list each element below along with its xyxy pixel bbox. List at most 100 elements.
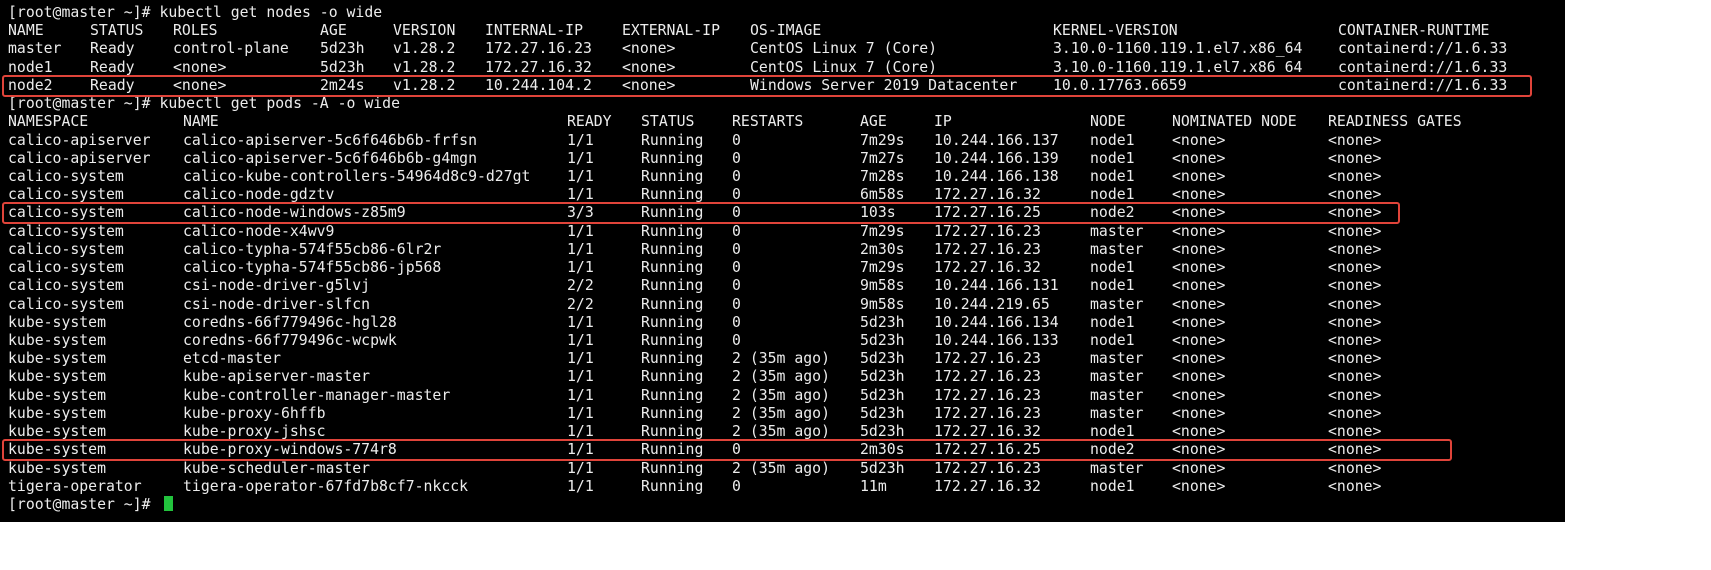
table-cell: v1.28.2 — [393, 58, 456, 76]
table-cell: master — [1090, 386, 1144, 404]
table-cell: 0 — [732, 313, 741, 331]
table-cell: 1/1 — [567, 386, 594, 404]
pod-row: tigera-operator tigera-operator-67fd7b8cf… — [0, 478, 1565, 496]
table-cell: calico-apiserver — [8, 149, 151, 167]
table-cell: kube-system — [8, 459, 106, 477]
table-cell: 0 — [732, 167, 741, 185]
table-cell: 1/1 — [567, 313, 594, 331]
table-cell: <none> — [622, 58, 676, 76]
column-header: VERSION — [393, 22, 456, 40]
column-header: INTERNAL-IP — [485, 22, 583, 40]
table-cell: <none> — [1328, 167, 1382, 185]
table-cell: coredns-66f779496c-wcpwk — [183, 331, 397, 349]
column-header: OS-IMAGE — [750, 22, 822, 40]
table-cell: Running — [641, 386, 704, 404]
table-cell: 7m28s — [860, 167, 905, 185]
table-cell: Running — [641, 240, 704, 258]
table-cell: 2 (35m ago) — [732, 350, 830, 368]
pod-row: calico-apiserver calico-apiserver-5c6f646… — [0, 132, 1565, 150]
table-cell: <none> — [1172, 350, 1226, 368]
column-header: READINESS GATES — [1328, 113, 1462, 131]
table-cell: 172.27.16.23 — [934, 350, 1041, 368]
table-cell: calico-apiserver-5c6f646b6b-g4mgn — [183, 149, 477, 167]
table-cell: 5d23h — [860, 350, 905, 368]
table-cell: <none> — [1328, 149, 1382, 167]
table-cell: 9m58s — [860, 277, 905, 295]
pod-row: calico-system calico-typha-574f55cb86-6lr… — [0, 241, 1565, 259]
table-cell: node1 — [1090, 131, 1135, 149]
table-cell: 0 — [732, 131, 741, 149]
command-line-get-nodes: [root@master ~]# kubectl get nodes -o wi… — [0, 4, 1565, 22]
pod-row: kube-system etcd-master 1/1 Running 2 (35m a… — [0, 350, 1565, 368]
table-cell: 1/1 — [567, 149, 594, 167]
table-cell: node1 — [1090, 331, 1135, 349]
table-cell: Running — [641, 277, 704, 295]
table-cell: master — [1090, 404, 1144, 422]
table-cell: calico-system — [8, 277, 124, 295]
table-cell: containerd://1.6.33 — [1338, 58, 1508, 76]
node-row: master Ready control-plane 5d23h v1.28.2 172.… — [0, 40, 1565, 58]
table-cell: 5d23h — [860, 368, 905, 386]
column-header: EXTERNAL-IP — [622, 22, 720, 40]
table-cell: calico-system — [8, 295, 124, 313]
table-cell: 2 (35m ago) — [732, 386, 830, 404]
table-cell: 11m — [860, 477, 887, 495]
table-cell: 0 — [732, 222, 741, 240]
column-header: NOMINATED NODE — [1172, 113, 1297, 131]
table-cell: 7m29s — [860, 222, 905, 240]
table-cell: 1/1 — [567, 350, 594, 368]
table-cell: Running — [641, 222, 704, 240]
table-cell: Running — [641, 459, 704, 477]
table-cell: 0 — [732, 331, 741, 349]
table-cell: <none> — [1172, 295, 1226, 313]
table-cell: kube-scheduler-master — [183, 459, 371, 477]
pod-row: calico-system calico-kube-controllers-549… — [0, 168, 1565, 186]
table-cell: 7m29s — [860, 259, 905, 277]
table-cell: <none> — [1328, 313, 1382, 331]
table-cell: calico-system — [8, 259, 124, 277]
table-cell: 10.244.166.134 — [934, 313, 1059, 331]
pods-table-header: NAMESPACE NAME READY STATUS RESTARTS AGE IP NOD… — [0, 113, 1565, 131]
table-cell: etcd-master — [183, 350, 281, 368]
table-cell: <none> — [1328, 222, 1382, 240]
table-cell: 1/1 — [567, 477, 594, 495]
table-cell: master — [1090, 459, 1144, 477]
table-cell: kube-system — [8, 331, 106, 349]
table-cell: 10.244.166.131 — [934, 277, 1059, 295]
terminal-window[interactable]: [root@master ~]# kubectl get nodes -o wi… — [0, 0, 1565, 522]
table-cell: <none> — [1328, 386, 1382, 404]
column-header: READY — [567, 113, 612, 131]
column-header: AGE — [860, 113, 887, 131]
table-cell: Running — [641, 295, 704, 313]
table-cell: <none> — [1328, 277, 1382, 295]
table-cell: 0 — [732, 259, 741, 277]
table-cell: 172.27.16.23 — [934, 459, 1041, 477]
column-header: IP — [934, 113, 952, 131]
table-cell: node1 — [1090, 477, 1135, 495]
table-cell: <none> — [1172, 131, 1226, 149]
table-cell: Running — [641, 404, 704, 422]
pod-row: kube-system coredns-66f779496c-hgl28 1/1 Ru… — [0, 314, 1565, 332]
table-cell: 172.27.16.32 — [934, 259, 1041, 277]
pod-row: calico-system calico-node-x4wv9 1/1 Running… — [0, 223, 1565, 241]
table-cell: kube-apiserver-master — [183, 368, 371, 386]
table-cell: 172.27.16.23 — [934, 240, 1041, 258]
table-cell: <none> — [1328, 131, 1382, 149]
table-cell: 10.244.166.137 — [934, 131, 1059, 149]
table-cell: 1/1 — [567, 131, 594, 149]
column-header: CONTAINER-RUNTIME — [1338, 22, 1490, 40]
table-cell: master — [8, 40, 62, 58]
table-cell: 2m30s — [860, 240, 905, 258]
table-cell: calico-typha-574f55cb86-jp568 — [183, 259, 442, 277]
column-header: STATUS — [90, 22, 144, 40]
nodes-table-header: NAME STATUS ROLES AGE VERSION INTERNAL-IP EXTE… — [0, 22, 1565, 40]
table-cell: <none> — [1328, 350, 1382, 368]
table-cell: 7m27s — [860, 149, 905, 167]
table-cell: calico-system — [8, 167, 124, 185]
table-cell: Running — [641, 477, 704, 495]
table-cell: <none> — [173, 58, 227, 76]
table-cell: 1/1 — [567, 368, 594, 386]
table-cell: 0 — [732, 240, 741, 258]
table-cell: CentOS Linux 7 (Core) — [750, 58, 938, 76]
table-cell: node1 — [1090, 259, 1135, 277]
